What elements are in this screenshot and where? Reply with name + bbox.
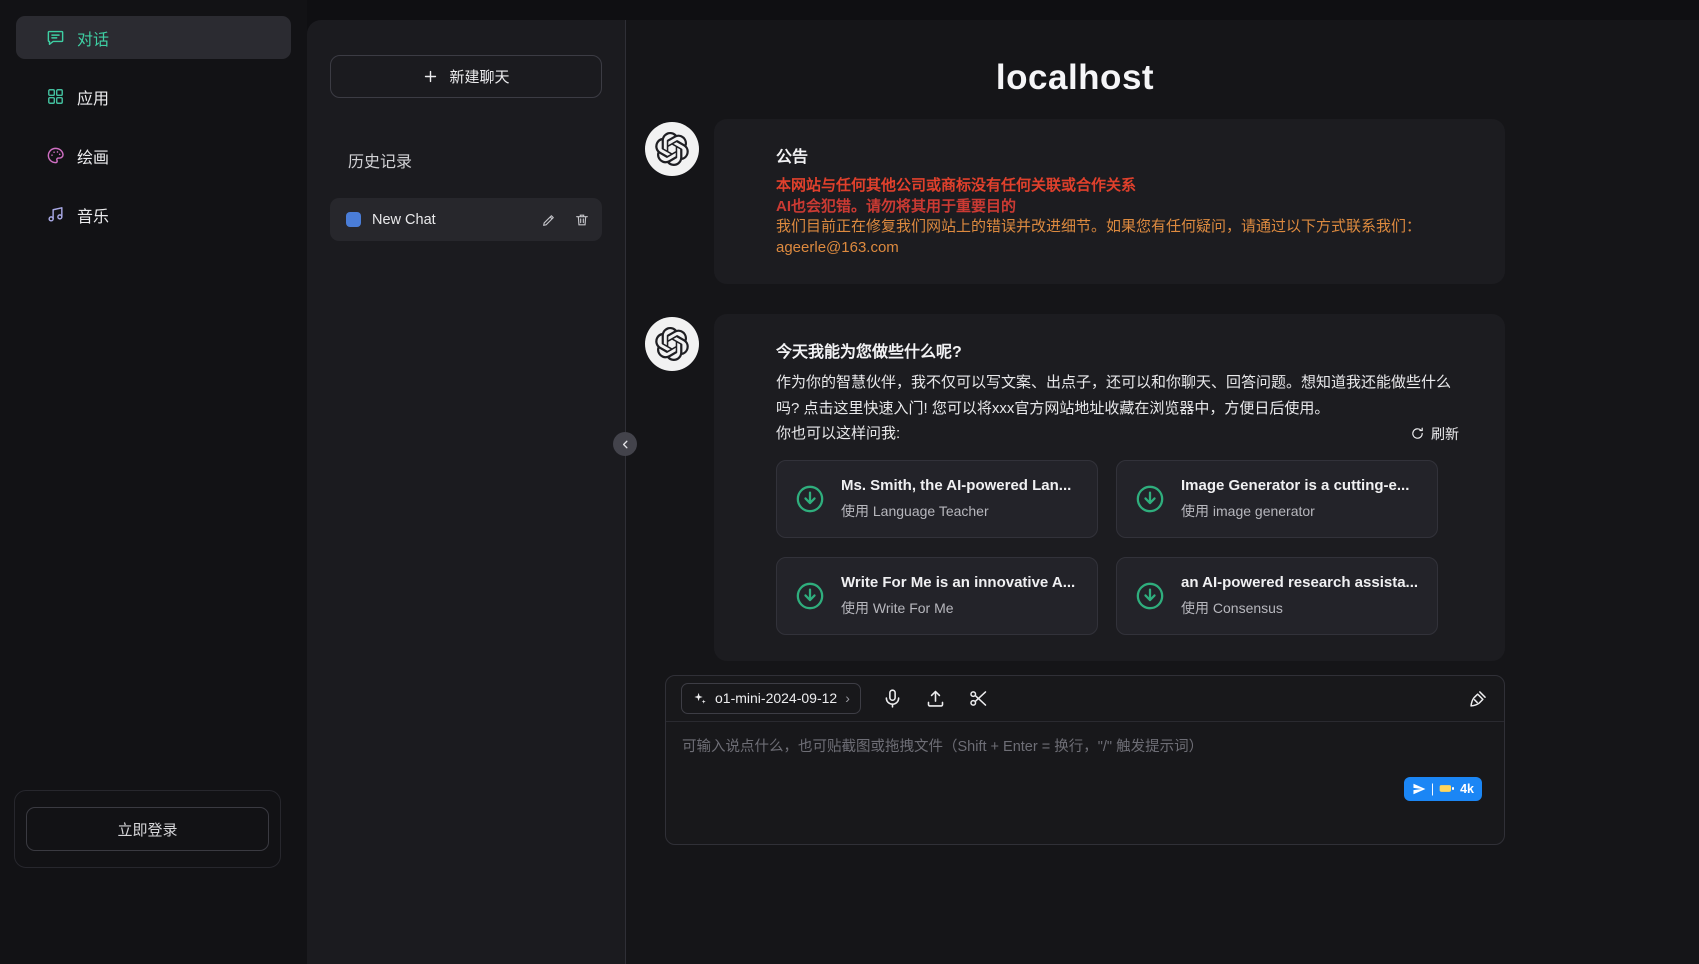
suggestion-title: an AI-powered research assista... xyxy=(1181,574,1418,591)
suggestion-subtitle: 使用 Language Teacher xyxy=(841,501,1071,521)
contact-email-link[interactable]: ageerle@163.com xyxy=(776,238,899,259)
sidebar: 对话 应用 绘画 音乐 立即登录 xyxy=(0,0,307,964)
chat-content: localhost 公告 本网站与任何其他公司或商标没有任何关联或合作关系 AI… xyxy=(645,58,1505,845)
composer-input-area: | 4k xyxy=(666,722,1504,844)
history-title: 历史记录 xyxy=(348,148,602,172)
sparkle-icon xyxy=(692,691,707,706)
sidebar-item-chat[interactable]: 对话 xyxy=(16,16,291,59)
welcome-body: 作为你的智慧伙伴，我不仅可以写文案、出点子，还可以和你聊天、回答问题。想知道我还… xyxy=(776,370,1459,421)
sidebar-item-label: 音乐 xyxy=(77,203,109,227)
sidebar-item-music[interactable]: 音乐 xyxy=(16,193,291,236)
ask-hint-row: 你也可以这样问我: 刷新 xyxy=(776,421,1459,447)
clear-button[interactable] xyxy=(1467,687,1489,709)
main-chat: localhost 公告 本网站与任何其他公司或商标没有任何关联或合作关系 AI… xyxy=(625,20,1699,964)
sidebar-item-label: 对话 xyxy=(77,26,109,50)
download-circle-icon xyxy=(793,482,827,516)
upload-button[interactable] xyxy=(925,687,947,709)
suggestion-card[interactable]: Image Generator is a cutting-e... 使用 ima… xyxy=(1116,460,1438,538)
login-panel: 立即登录 xyxy=(14,790,281,868)
composer-toolbar: o1-mini-2024-09-12 › xyxy=(666,676,1504,722)
message-announcement: 公告 本网站与任何其他公司或商标没有任何关联或合作关系 AI也会犯错。请勿将其用… xyxy=(645,119,1505,284)
page-title: localhost xyxy=(645,58,1505,98)
download-circle-icon xyxy=(793,579,827,613)
announcement-line: AI也会犯错。请勿将其用于重要目的 xyxy=(776,197,1459,218)
chevron-right-icon: › xyxy=(845,691,850,705)
openai-avatar xyxy=(645,122,699,176)
openai-logo-icon xyxy=(655,132,689,166)
welcome-bubble: 今天我能为您做些什么呢? 作为你的智慧伙伴，我不仅可以写文案、出点子，还可以和你… xyxy=(714,314,1505,661)
suggestion-card[interactable]: an AI-powered research assista... 使用 Con… xyxy=(1116,557,1438,635)
chat-history-item[interactable]: New Chat xyxy=(330,198,602,241)
broom-icon xyxy=(1468,688,1489,709)
edit-icon[interactable] xyxy=(541,212,557,228)
apps-icon xyxy=(46,87,65,106)
announcement-line: 本网站与任何其他公司或商标没有任何关联或合作关系 xyxy=(776,176,1459,197)
suggestion-subtitle: 使用 Consensus xyxy=(1181,598,1418,618)
scissors-icon xyxy=(968,688,989,709)
composer: o1-mini-2024-09-12 › xyxy=(665,675,1505,845)
refresh-label: 刷新 xyxy=(1431,424,1459,444)
mic-icon xyxy=(882,688,903,709)
suggestion-subtitle: 使用 Write For Me xyxy=(841,598,1075,618)
refresh-button[interactable]: 刷新 xyxy=(1410,424,1459,444)
chat-icon xyxy=(46,28,65,47)
chat-color-icon xyxy=(346,212,361,227)
login-button[interactable]: 立即登录 xyxy=(26,807,269,851)
send-icon xyxy=(1412,782,1426,796)
palette-icon xyxy=(46,146,65,165)
mic-button[interactable] xyxy=(882,687,904,709)
announcement-title: 公告 xyxy=(776,143,1459,167)
sidebar-item-label: 应用 xyxy=(77,85,109,109)
sidebar-item-label: 绘画 xyxy=(77,144,109,168)
badge-divider: | xyxy=(1431,782,1434,796)
model-selector[interactable]: o1-mini-2024-09-12 › xyxy=(681,683,861,714)
announcement-bubble: 公告 本网站与任何其他公司或商标没有任何关联或合作关系 AI也会犯错。请勿将其用… xyxy=(714,119,1505,284)
plus-icon xyxy=(422,68,439,85)
suggestion-grid: Ms. Smith, the AI-powered Lan... 使用 Lang… xyxy=(776,460,1438,635)
chat-history-label: New Chat xyxy=(372,212,530,228)
chat-list-panel: 新建聊天 历史记录 New Chat xyxy=(307,20,625,964)
send-token-badge[interactable]: | 4k xyxy=(1404,777,1482,801)
model-name: o1-mini-2024-09-12 xyxy=(715,690,837,706)
announcement-line: 我们目前正在修复我们网站上的错误并改进细节。如果您有任何疑问，请通过以下方式联系… xyxy=(776,217,1459,238)
new-chat-label: 新建聊天 xyxy=(449,66,509,87)
ask-hint-text: 你也可以这样问我: xyxy=(776,421,900,447)
download-circle-icon xyxy=(1133,482,1167,516)
collapse-sidebar-button[interactable] xyxy=(613,432,637,456)
suggestion-card[interactable]: Write For Me is an innovative A... 使用 Wr… xyxy=(776,557,1098,635)
welcome-title: 今天我能为您做些什么呢? xyxy=(776,338,1459,362)
message-input[interactable] xyxy=(666,722,1504,844)
suggestion-subtitle: 使用 image generator xyxy=(1181,501,1409,521)
suggestion-card[interactable]: Ms. Smith, the AI-powered Lan... 使用 Lang… xyxy=(776,460,1098,538)
sidebar-item-drawing[interactable]: 绘画 xyxy=(16,134,291,177)
token-count: 4k xyxy=(1460,782,1474,796)
openai-avatar xyxy=(645,317,699,371)
upload-icon xyxy=(925,688,946,709)
new-chat-button[interactable]: 新建聊天 xyxy=(330,55,602,98)
chevron-left-icon xyxy=(619,438,632,451)
app-root: 对话 应用 绘画 音乐 立即登录 xyxy=(0,0,1699,964)
download-circle-icon xyxy=(1133,579,1167,613)
cut-button[interactable] xyxy=(968,687,990,709)
music-icon xyxy=(46,205,65,224)
suggestion-title: Image Generator is a cutting-e... xyxy=(1181,477,1409,494)
battery-icon xyxy=(1439,783,1455,794)
openai-logo-icon xyxy=(655,327,689,361)
suggestion-title: Ms. Smith, the AI-powered Lan... xyxy=(841,477,1071,494)
message-welcome: 今天我能为您做些什么呢? 作为你的智慧伙伴，我不仅可以写文案、出点子，还可以和你… xyxy=(645,314,1505,661)
suggestion-title: Write For Me is an innovative A... xyxy=(841,574,1075,591)
sidebar-item-apps[interactable]: 应用 xyxy=(16,75,291,118)
refresh-icon xyxy=(1410,426,1425,441)
delete-icon[interactable] xyxy=(574,212,590,228)
